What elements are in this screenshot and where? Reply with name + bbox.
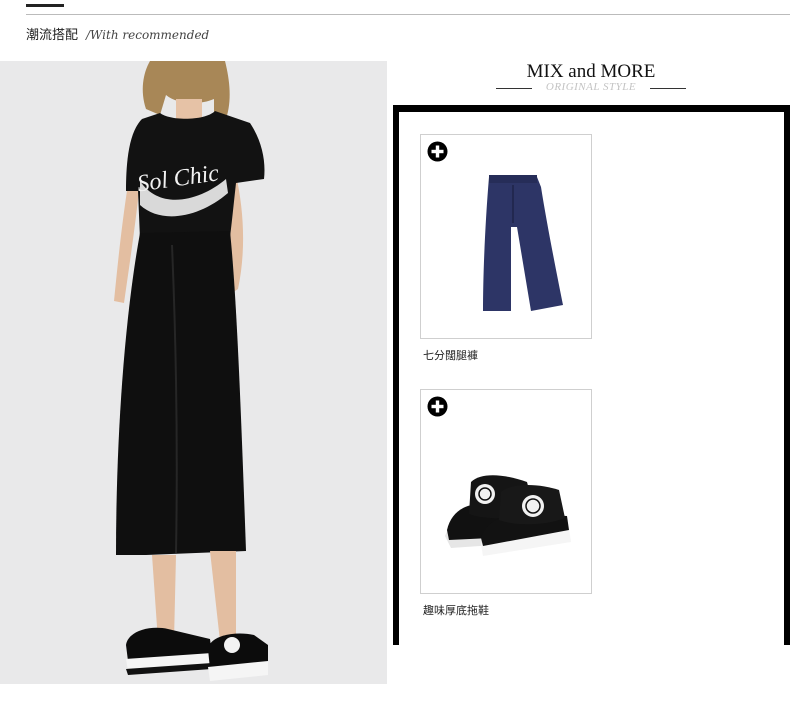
product-card-sandals[interactable] xyxy=(420,389,592,594)
plus-circle-icon[interactable] xyxy=(427,396,448,417)
subtitle-right-rule xyxy=(650,88,686,89)
top-accent-bar xyxy=(26,4,64,7)
plus-circle-icon[interactable] xyxy=(427,141,448,162)
mix-subtitle-row: ORIGINAL STYLE xyxy=(496,81,686,97)
product-name-sandals[interactable]: 趣味厚底拖鞋 xyxy=(423,602,489,618)
product-card-pants[interactable] xyxy=(420,134,592,339)
model-photo: Sol Chic xyxy=(0,61,387,684)
section-subtitle: /With recommended xyxy=(86,28,210,42)
section-title-text: 潮流搭配 xyxy=(26,28,79,43)
wide-leg-pants-image[interactable] xyxy=(441,165,573,315)
mix-title: MIX and MORE xyxy=(526,61,656,82)
product-name-pants[interactable]: 七分闊腿褲 xyxy=(423,347,478,363)
mix-subtitle: ORIGINAL STYLE xyxy=(545,81,637,93)
platform-slides-image[interactable] xyxy=(441,420,573,570)
top-divider xyxy=(26,14,790,15)
section-title: 潮流搭配/With recommended xyxy=(26,24,209,43)
